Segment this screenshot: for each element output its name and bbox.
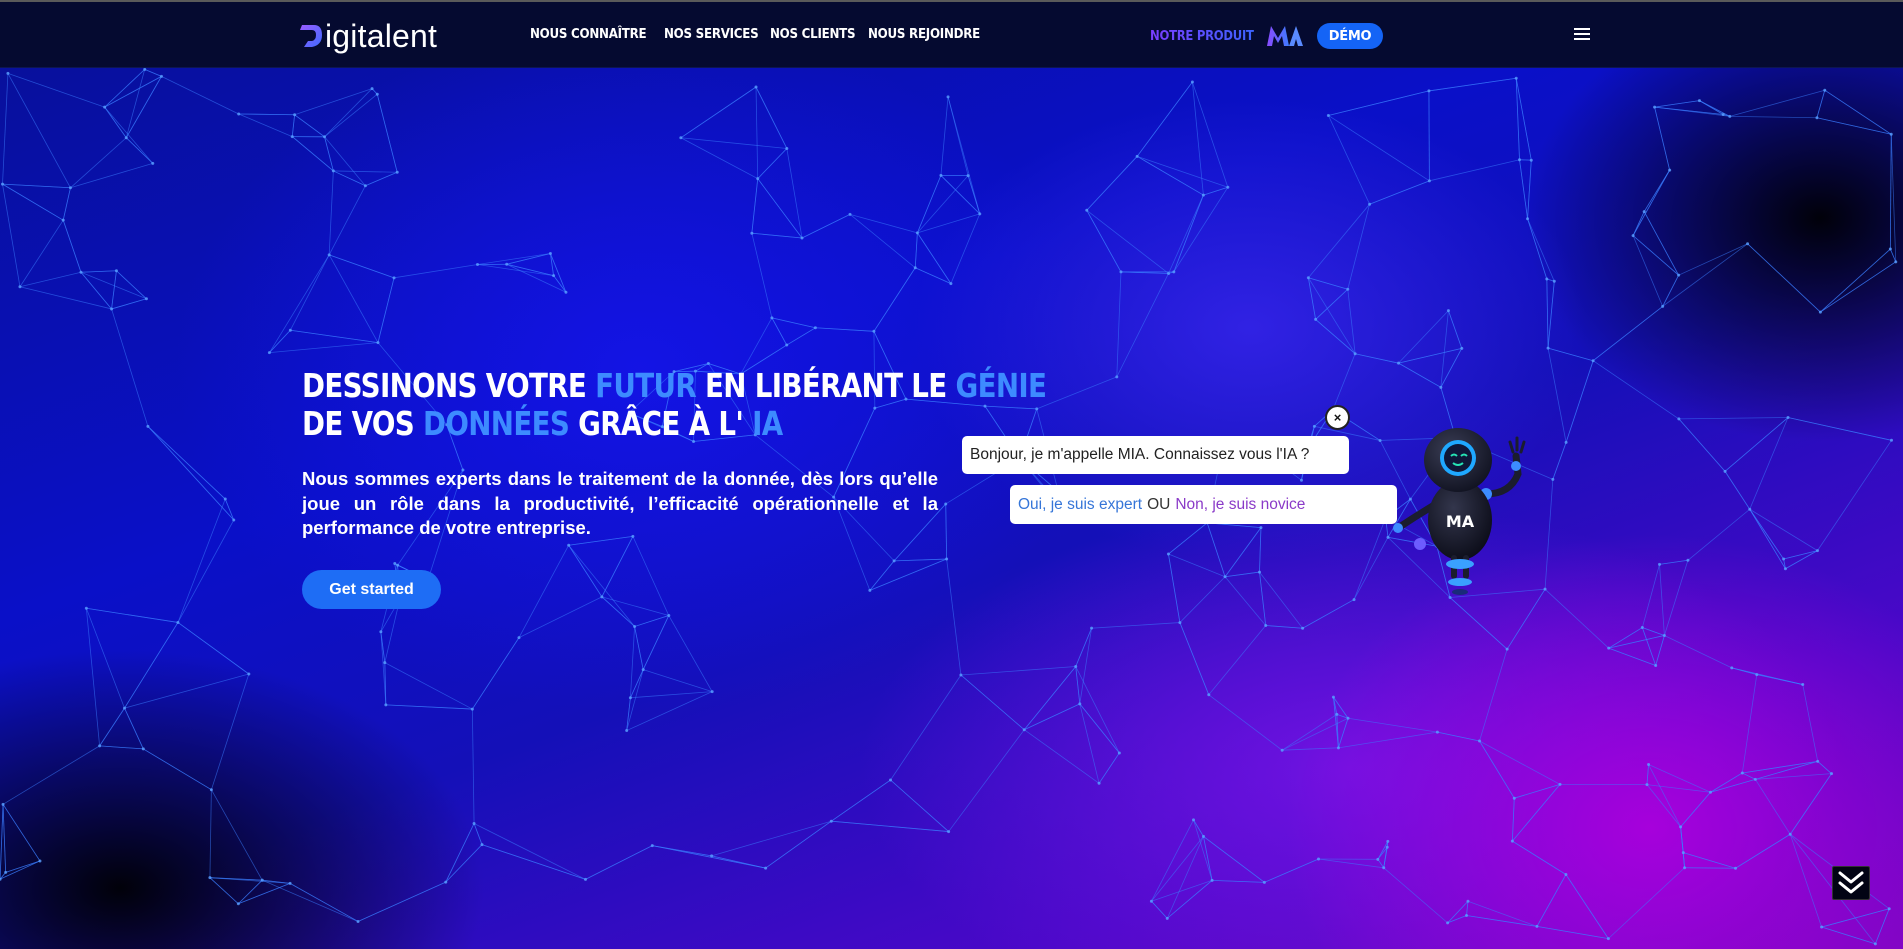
logo-text: igitalent [325, 18, 438, 54]
product-label: NOTRE PRODUIT [1150, 28, 1254, 44]
mia-logo-icon [1266, 26, 1303, 46]
hero-headline: DESSINONS VOTRE FUTUR EN LIBÉRANT LE GÉN… [302, 366, 1047, 443]
chatbot-choices: Oui, je suis expert OU Non, je suis novice [1010, 485, 1397, 524]
hero-subtext: Nous sommes experts dans le traitement d… [302, 468, 938, 538]
headline-highlight: GÉNIE [955, 366, 1047, 405]
nav-link-nos-services[interactable]: NOS SERVICES [664, 26, 759, 42]
robot-badge-text: MA [1446, 512, 1475, 531]
main-nav: NOUS CONNAÎTRE NOS SERVICES NOS CLIENTS … [530, 26, 996, 42]
choice-expert-link[interactable]: Oui, je suis expert [1018, 496, 1142, 513]
headline-text: DE VOS [302, 404, 424, 443]
hero-section [0, 68, 1903, 949]
demo-button[interactable]: DÉMO [1317, 23, 1383, 49]
get-started-button[interactable]: Get started [302, 570, 441, 609]
headline-text: EN LIBÉRANT LE [695, 366, 956, 405]
double-chevron-down-icon[interactable] [1832, 866, 1870, 900]
network-background [0, 68, 1898, 946]
close-icon[interactable]: × [1325, 405, 1350, 430]
nav-link-nos-clients[interactable]: NOS CLIENTS [770, 26, 856, 42]
choice-separator: OU [1147, 496, 1171, 513]
hamburger-icon[interactable] [1574, 28, 1590, 42]
headline-highlight: DONNÉES [423, 404, 570, 443]
mia-robot-mascot: MA [1393, 428, 1526, 595]
brand-logo[interactable]: igitalent [300, 16, 437, 56]
choice-novice-link[interactable]: Non, je suis novice [1175, 496, 1305, 513]
headline-highlight: IA [752, 404, 783, 443]
chatbot-greeting: Bonjour, je m'appelle MIA. Connaissez vo… [962, 436, 1349, 474]
headline-text: GRÂCE À L' [569, 404, 753, 443]
navbar: igitalent NOUS CONNAÎTRE NOS SERVICES NO… [0, 2, 1903, 68]
product-link[interactable]: NOTRE PRODUIT [1150, 22, 1305, 50]
headline-text: DESSINONS VOTRE [302, 366, 596, 405]
logo-mark-icon [300, 25, 322, 47]
nav-link-nous-rejoindre[interactable]: NOUS REJOINDRE [868, 26, 980, 42]
nav-link-nous-connaitre[interactable]: NOUS CONNAÎTRE [530, 26, 647, 42]
headline-highlight: FUTUR [595, 366, 697, 405]
